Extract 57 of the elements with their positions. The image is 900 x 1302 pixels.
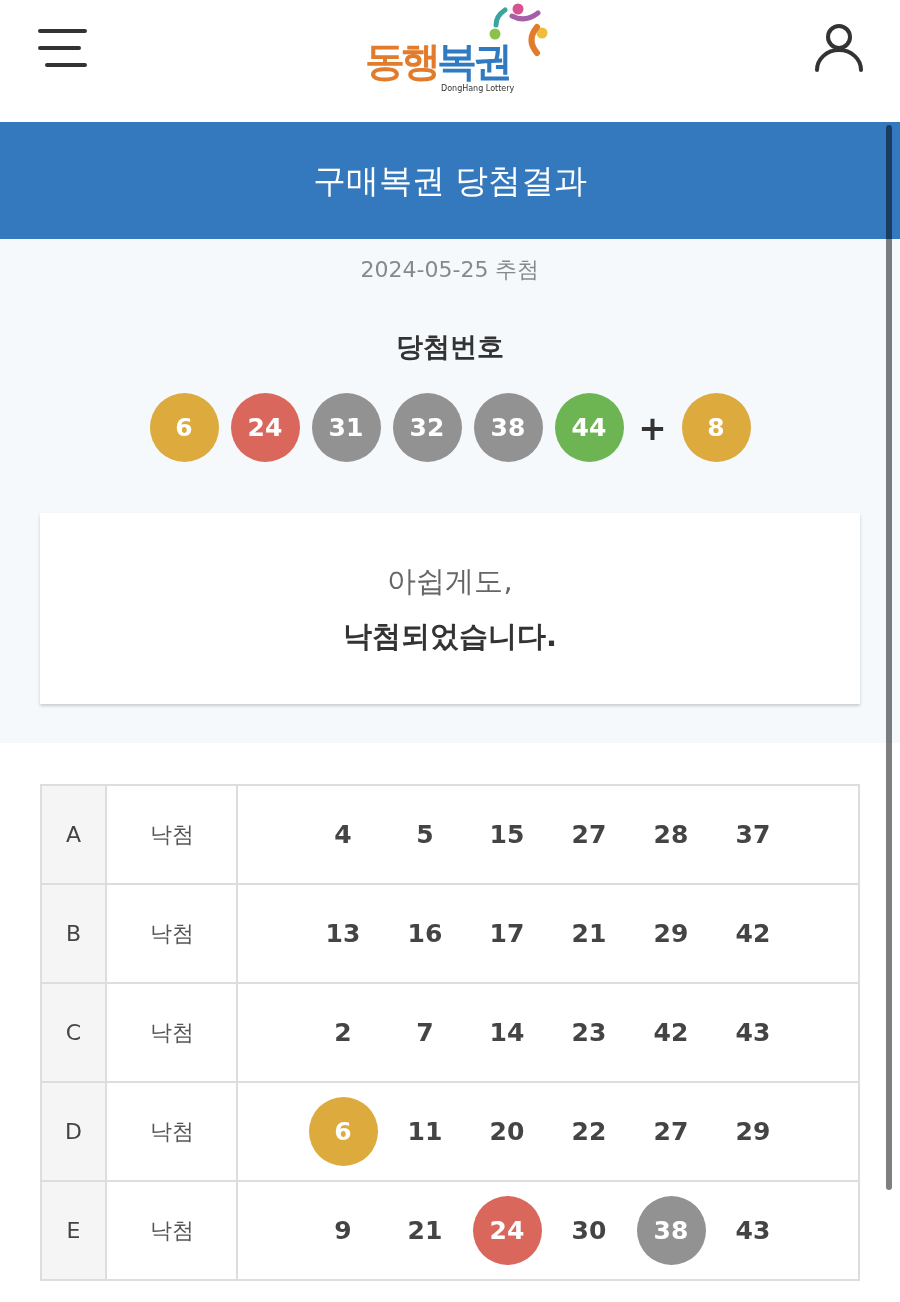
ticket-number: 2 — [334, 1018, 352, 1047]
number-ball: 44 — [554, 393, 624, 462]
number-ball: 38 — [473, 393, 543, 462]
winning-numbers-title: 당첨번호 — [396, 330, 504, 364]
ticket-number: 27 — [653, 1117, 689, 1146]
result-cell: 낙첨 — [107, 885, 238, 982]
number-ball: 24 — [230, 393, 300, 462]
game-label-cell: A — [42, 786, 107, 883]
ticket-number: 29 — [653, 919, 689, 948]
ticket-number: 29 — [735, 1117, 771, 1146]
ticket-number: 37 — [735, 820, 771, 849]
scrollbar-thumb[interactable] — [886, 125, 892, 1190]
matched-number-ball: 6 — [308, 1097, 378, 1166]
page-title: 구매복권 당첨결과 — [312, 159, 588, 202]
game-label-cell: E — [42, 1182, 107, 1279]
result-status: 낙첨되었습니다. — [343, 618, 557, 655]
ticket-number: 27 — [571, 820, 607, 849]
game-label-cell: C — [42, 984, 107, 1081]
ticket-number: 7 — [416, 1018, 434, 1047]
number-ball: 31 — [311, 393, 381, 462]
ticket-number: 22 — [571, 1117, 607, 1146]
number-ball: 32 — [392, 393, 462, 462]
plus-sign: + — [637, 407, 668, 448]
draw-date: 2024-05-25 추첨 — [360, 256, 540, 284]
ticket-number: 16 — [407, 919, 443, 948]
ticket-number: 21 — [407, 1216, 443, 1245]
game-label-cell: D — [42, 1083, 107, 1180]
ticket-number: 17 — [489, 919, 525, 948]
ticket-number: 43 — [735, 1018, 771, 1047]
ticket-number: 14 — [489, 1018, 525, 1047]
result-cell: 낙첨 — [107, 1182, 238, 1279]
result-cell: 낙첨 — [107, 1083, 238, 1180]
ticket-number: 13 — [325, 919, 361, 948]
ticket-number: 21 — [571, 919, 607, 948]
ticket-number: 43 — [735, 1216, 771, 1245]
matched-number-ball: 38 — [636, 1196, 706, 1265]
ticket-number: 5 — [416, 820, 434, 849]
ticket-number: 42 — [735, 919, 771, 948]
result-cell: 낙첨 — [107, 786, 238, 883]
ticket-number: 42 — [653, 1018, 689, 1047]
number-ball: 6 — [149, 393, 219, 462]
result-cell: 낙첨 — [107, 984, 238, 1081]
ticket-number: 15 — [489, 820, 525, 849]
ticket-number: 30 — [571, 1216, 607, 1245]
ticket-number: 11 — [407, 1117, 443, 1146]
ticket-number: 4 — [334, 820, 352, 849]
bonus-ball: 8 — [681, 393, 751, 462]
game-label-cell: B — [42, 885, 107, 982]
menu-icon[interactable] — [38, 29, 88, 67]
ticket-number: 28 — [653, 820, 689, 849]
ticket-number: 20 — [489, 1117, 525, 1146]
logo-subtitle: DongHang Lottery — [441, 84, 515, 94]
ticket-number: 9 — [334, 1216, 352, 1245]
account-icon[interactable] — [814, 23, 864, 73]
matched-number-ball: 24 — [472, 1196, 542, 1265]
result-message: 아쉽게도, — [387, 563, 513, 600]
ticket-number: 23 — [571, 1018, 607, 1047]
